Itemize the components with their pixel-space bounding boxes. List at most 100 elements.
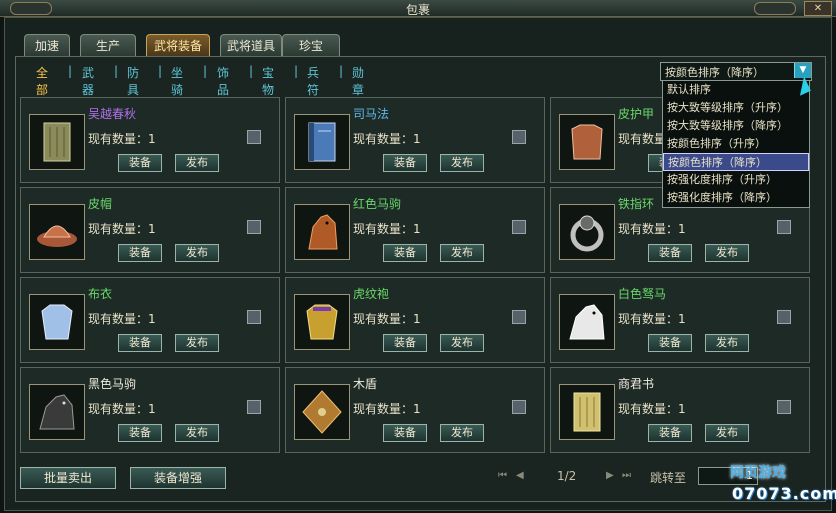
filter-all[interactable]: 全部	[36, 64, 48, 98]
filter-tallies[interactable]: 兵符	[307, 64, 319, 98]
last-page-icon[interactable]: ⏭	[622, 470, 636, 482]
sort-option-level-asc[interactable]: 按大致等级排序（升序）	[663, 99, 809, 117]
filter-armor[interactable]: 防具	[127, 64, 139, 98]
post-button[interactable]: 发布	[440, 154, 484, 172]
item-cell[interactable]: 布衣现有数量：1 装备 发布	[20, 277, 280, 363]
item-select-checkbox[interactable]	[512, 220, 526, 234]
cloth-robe-icon[interactable]	[29, 294, 85, 350]
tab-treasures[interactable]: 珍宝	[282, 34, 340, 57]
first-page-icon[interactable]: ⏮	[498, 470, 512, 482]
post-button[interactable]: 发布	[705, 334, 749, 352]
wooden-shield-icon[interactable]	[294, 384, 350, 440]
post-button[interactable]: 发布	[705, 244, 749, 262]
leather-hat-icon[interactable]	[29, 204, 85, 260]
item-quantity: 现有数量：1	[618, 312, 686, 326]
filter-separator: |	[158, 64, 163, 78]
item-select-checkbox[interactable]	[247, 400, 261, 414]
item-name: 红色马驹	[353, 197, 402, 211]
scroll-book-icon[interactable]	[559, 384, 615, 440]
item-cell[interactable]: 黑色马驹现有数量：1 装备 发布	[20, 367, 280, 453]
item-select-checkbox[interactable]	[247, 130, 261, 144]
item-name: 木盾	[353, 377, 378, 391]
item-name: 司马法	[353, 107, 390, 121]
post-button[interactable]: 发布	[440, 244, 484, 262]
equip-button[interactable]: 装备	[648, 334, 692, 352]
item-cell[interactable]: 白色驽马 现有数量：1 装备 发布	[550, 277, 810, 363]
tab-general-equipment[interactable]: 武将装备	[146, 34, 210, 57]
item-cell[interactable]: 商君书 现有数量：1 装备 发布	[550, 367, 810, 453]
sort-select[interactable]: 按颜色排序（降序） ▼	[660, 62, 812, 81]
watermark-logo: 网页游戏 07073.com	[728, 460, 836, 508]
item-cell[interactable]: 虎纹袍 现有数量：1 装备 发布	[285, 277, 545, 363]
sort-option-enhance-asc[interactable]: 按强化度排序（升序）	[663, 171, 809, 189]
item-select-checkbox[interactable]	[512, 130, 526, 144]
book-icon[interactable]	[294, 114, 350, 170]
equip-button[interactable]: 装备	[383, 334, 427, 352]
post-button[interactable]: 发布	[175, 424, 219, 442]
item-select-checkbox[interactable]	[777, 310, 791, 324]
sort-option-level-desc[interactable]: 按大致等级排序（降序）	[663, 117, 809, 135]
item-quantity: 现有数量：1	[88, 402, 156, 416]
next-page-icon[interactable]: ▶	[606, 470, 620, 482]
tab-general-items[interactable]: 武将道具	[220, 34, 282, 57]
post-button[interactable]: 发布	[440, 334, 484, 352]
equip-button[interactable]: 装备	[118, 154, 162, 172]
title-ornament-right	[754, 2, 796, 15]
item-name: 商君书	[618, 377, 655, 391]
item-quantity: 现有数量：1	[88, 312, 156, 326]
leather-armor-icon[interactable]	[559, 114, 615, 170]
sort-option-color-desc[interactable]: 按颜色排序（降序）	[663, 153, 809, 171]
post-button[interactable]: 发布	[705, 424, 749, 442]
filter-separator: |	[203, 64, 208, 78]
iron-ring-icon[interactable]	[559, 204, 615, 260]
equip-button[interactable]: 装备	[118, 244, 162, 262]
equip-button[interactable]: 装备	[383, 154, 427, 172]
item-select-checkbox[interactable]	[247, 310, 261, 324]
filter-medals[interactable]: 勋章	[352, 64, 364, 98]
item-cell[interactable]: 木盾 现有数量：1 装备 发布	[285, 367, 545, 453]
scroll-icon[interactable]	[29, 114, 85, 170]
equip-button[interactable]: 装备	[383, 424, 427, 442]
post-button[interactable]: 发布	[175, 154, 219, 172]
equip-button[interactable]: 装备	[118, 424, 162, 442]
tab-speedup[interactable]: 加速	[24, 34, 70, 57]
tab-production[interactable]: 生产	[80, 34, 136, 57]
item-cell[interactable]: 皮帽 现有数量：1 装备 发布	[20, 187, 280, 273]
post-button[interactable]: 发布	[175, 334, 219, 352]
equip-button[interactable]: 装备	[648, 244, 692, 262]
white-horse-icon[interactable]	[559, 294, 615, 350]
item-select-checkbox[interactable]	[777, 400, 791, 414]
item-name: 黑色马驹	[88, 377, 137, 391]
item-quantity: 现有数量：1	[88, 222, 156, 236]
filter-weapons[interactable]: 武器	[82, 64, 94, 98]
enhance-equipment-button[interactable]: 装备增强	[130, 467, 226, 489]
black-horse-icon[interactable]	[29, 384, 85, 440]
close-icon: ✕	[813, 3, 823, 14]
watermark-bottom-text: 07073.com	[732, 484, 836, 503]
prev-page-icon[interactable]: ◀	[516, 470, 530, 482]
filter-mounts[interactable]: 坐骑	[171, 64, 183, 98]
post-button[interactable]: 发布	[175, 244, 219, 262]
equip-button[interactable]: 装备	[118, 334, 162, 352]
close-button[interactable]: ✕	[804, 1, 832, 16]
filter-accessories[interactable]: 饰品	[217, 64, 229, 98]
post-button[interactable]: 发布	[440, 424, 484, 442]
item-select-checkbox[interactable]	[512, 310, 526, 324]
item-cell[interactable]: 吴越春秋 现有数量：1 装备 发布	[20, 97, 280, 183]
equip-button[interactable]: 装备	[383, 244, 427, 262]
tiger-robe-icon[interactable]	[294, 294, 350, 350]
item-cell[interactable]: 红色马驹 现有数量：1 装备 发布	[285, 187, 545, 273]
equip-button[interactable]: 装备	[648, 424, 692, 442]
sort-option-enhance-desc[interactable]: 按强化度排序（降序）	[663, 189, 809, 207]
chevron-down-icon: ▼	[799, 65, 807, 75]
bulk-sell-button[interactable]: 批量卖出	[20, 467, 116, 489]
item-select-checkbox[interactable]	[512, 400, 526, 414]
item-select-checkbox[interactable]	[777, 220, 791, 234]
sort-option-color-asc[interactable]: 按颜色排序（升序）	[663, 135, 809, 153]
filter-treasures[interactable]: 宝物	[262, 64, 274, 98]
sort-option-default[interactable]: 默认排序	[663, 81, 809, 99]
item-name: 布衣	[88, 287, 113, 301]
red-horse-icon[interactable]	[294, 204, 350, 260]
item-select-checkbox[interactable]	[247, 220, 261, 234]
item-cell[interactable]: 司马法 现有数量：1 装备 发布	[285, 97, 545, 183]
